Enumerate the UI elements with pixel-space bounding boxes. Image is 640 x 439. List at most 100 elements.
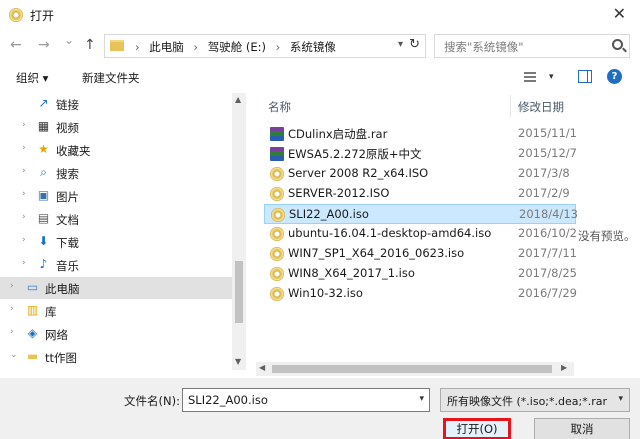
folder-icon: ▬ — [26, 349, 39, 363]
organize-menu-button[interactable]: 组织 ▾ — [16, 70, 48, 86]
disc-icon — [270, 287, 284, 301]
sidebar-item-searches[interactable]: › ⌕ 搜索 — [0, 162, 232, 184]
search-icon[interactable] — [612, 39, 623, 50]
disc-icon — [270, 167, 284, 181]
sidebar-item-links[interactable]: ↗ 链接 — [0, 93, 232, 115]
file-name: EWSA5.2.272原版+中文 — [288, 147, 422, 161]
filename-input[interactable]: SLI22_A00.iso ▾ — [182, 388, 430, 412]
window-title: 打开 — [30, 9, 55, 23]
document-icon: ▤ — [37, 211, 50, 225]
file-row-selected[interactable]: SLI22_A00.iso 2018/4/13 — [264, 204, 578, 224]
file-row[interactable]: EWSA5.2.272原版+中文 2015/12/7 — [264, 144, 577, 164]
chevron-right-icon[interactable]: › — [22, 235, 26, 245]
sidebar-item-label: 文档 — [56, 213, 79, 227]
chevron-right-icon[interactable]: › — [22, 120, 26, 130]
file-row[interactable]: ubuntu-16.04.1-desktop-amd64.iso 2016/10… — [264, 224, 577, 244]
file-name: Server 2008 R2_x64.ISO — [288, 166, 429, 180]
refresh-icon[interactable]: ↻ — [409, 37, 420, 52]
sidebar-item-favorites[interactable]: › ★ 收藏夹 — [0, 139, 232, 161]
chevron-down-icon[interactable]: ▾ — [419, 394, 424, 404]
horizontal-scrollbar[interactable]: ◀ ▶ — [256, 362, 574, 376]
computer-icon: ▭ — [26, 280, 39, 294]
file-date: 2015/12/7 — [518, 146, 577, 160]
chevron-right-icon[interactable]: › — [22, 143, 26, 153]
sidebar-item-videos[interactable]: › ▦ 视频 — [0, 116, 232, 138]
scroll-right-icon[interactable]: ▶ — [561, 363, 567, 372]
chevron-right-icon[interactable]: › — [22, 258, 26, 268]
address-bar[interactable]: › 此电脑 › 驾驶舱 (E:) › 系统镜像 ▾ ↻ — [104, 34, 426, 58]
sidebar-item-tt-folder[interactable]: ⌄ ▬ tt作图 — [0, 346, 232, 368]
scrollbar-thumb[interactable] — [235, 261, 243, 323]
image-icon: ▣ — [37, 188, 50, 202]
back-arrow-icon[interactable]: ← — [10, 37, 22, 53]
chevron-right-icon[interactable]: › — [22, 212, 26, 222]
sidebar-item-libraries[interactable]: › ▥ 库 — [0, 300, 232, 322]
archive-icon — [270, 147, 284, 161]
help-icon[interactable]: ? — [607, 69, 622, 84]
file-date: 2018/4/13 — [519, 207, 578, 221]
file-name: ubuntu-16.04.1-desktop-amd64.iso — [288, 226, 492, 240]
scroll-down-icon[interactable]: ▼ — [235, 357, 241, 366]
filename-label: 文件名(N): — [124, 394, 180, 408]
breadcrumb-system-images[interactable]: 系统镜像 — [290, 40, 336, 54]
file-row[interactable]: WIN7_SP1_X64_2016_0623.iso 2017/7/11 — [264, 244, 577, 264]
recent-locations-dropdown-icon[interactable]: ⌄ — [64, 33, 74, 47]
column-header-modified[interactable]: 修改日期 — [518, 99, 564, 115]
search-input[interactable]: 搜索"系统镜像" — [434, 34, 630, 58]
chevron-down-icon[interactable]: ⌄ — [10, 350, 18, 360]
scrollbar-thumb[interactable] — [272, 365, 552, 373]
file-date: 2017/3/8 — [518, 166, 570, 180]
file-date: 2015/11/1 — [518, 126, 577, 140]
file-type-value: 所有映像文件 (*.iso;*.dea;*.rar — [447, 395, 607, 408]
file-name: WIN8_X64_2017_1.iso — [288, 266, 415, 280]
sidebar-item-label: 音乐 — [56, 259, 79, 273]
sidebar-scrollbar[interactable]: ▲ ▼ — [232, 93, 246, 370]
library-icon: ▥ — [26, 303, 39, 317]
chevron-down-icon[interactable]: ▾ — [618, 394, 623, 404]
chevron-right-icon[interactable]: › — [10, 304, 14, 314]
video-icon: ▦ — [37, 119, 50, 133]
sidebar-item-network[interactable]: › ◈ 网络 — [0, 323, 232, 345]
up-arrow-icon[interactable]: ↑ — [84, 37, 96, 53]
chevron-right-icon[interactable]: › — [10, 281, 14, 291]
title-bar: 打开 ✕ — [0, 0, 640, 30]
file-row[interactable]: CDulinx启动盘.rar 2015/11/1 — [264, 124, 577, 144]
sidebar-item-this-pc[interactable]: › ▭ 此电脑 — [0, 277, 232, 299]
sidebar-item-label: 图片 — [56, 190, 79, 204]
cancel-button[interactable]: 取消 — [534, 418, 630, 439]
chevron-right-icon[interactable]: › — [22, 166, 26, 176]
file-row[interactable]: Win10-32.iso 2016/7/29 — [264, 284, 577, 304]
close-icon[interactable]: ✕ — [613, 4, 626, 23]
breadcrumb-drive-e[interactable]: 驾驶舱 (E:) — [208, 40, 266, 54]
link-arrow-icon: ↗ — [38, 96, 49, 110]
file-type-select[interactable]: 所有映像文件 (*.iso;*.dea;*.rar ▾ — [440, 388, 630, 412]
forward-arrow-icon[interactable]: → — [38, 37, 50, 53]
file-row[interactable]: Server 2008 R2_x64.ISO 2017/3/8 — [264, 164, 576, 184]
breadcrumb-separator: › — [193, 40, 199, 54]
sidebar-item-music[interactable]: › ♪ 音乐 — [0, 254, 232, 276]
chevron-down-icon[interactable]: ▾ — [549, 72, 554, 82]
disc-icon — [9, 8, 23, 22]
breadcrumb-separator: › — [275, 40, 281, 54]
chevron-right-icon[interactable]: › — [22, 189, 26, 199]
breadcrumb-this-pc[interactable]: 此电脑 — [149, 40, 184, 54]
chevron-right-icon[interactable]: › — [10, 327, 14, 337]
preview-pane-icon[interactable] — [578, 70, 592, 83]
sidebar-item-documents[interactable]: › ▤ 文档 — [0, 208, 232, 230]
open-button[interactable]: 打开(O) — [443, 418, 511, 439]
disc-icon — [270, 227, 284, 241]
sidebar-item-label: 收藏夹 — [56, 144, 91, 158]
view-options-icon[interactable] — [524, 72, 536, 82]
chevron-down-icon[interactable]: ▾ — [398, 39, 403, 50]
scroll-left-icon[interactable]: ◀ — [259, 363, 265, 372]
file-date: 2017/2/9 — [518, 186, 570, 200]
sidebar-item-label: 视频 — [56, 121, 79, 135]
sidebar-item-pictures[interactable]: › ▣ 图片 — [0, 185, 232, 207]
scroll-up-icon[interactable]: ▲ — [235, 95, 241, 104]
column-divider[interactable] — [510, 95, 511, 117]
column-header-name[interactable]: 名称 — [268, 99, 291, 115]
sidebar-item-downloads[interactable]: › ⬇ 下载 — [0, 231, 232, 253]
file-row[interactable]: SERVER-2012.ISO 2017/2/9 — [264, 184, 576, 204]
file-row[interactable]: WIN8_X64_2017_1.iso 2017/8/25 — [264, 264, 577, 284]
new-folder-button[interactable]: 新建文件夹 — [82, 70, 140, 86]
